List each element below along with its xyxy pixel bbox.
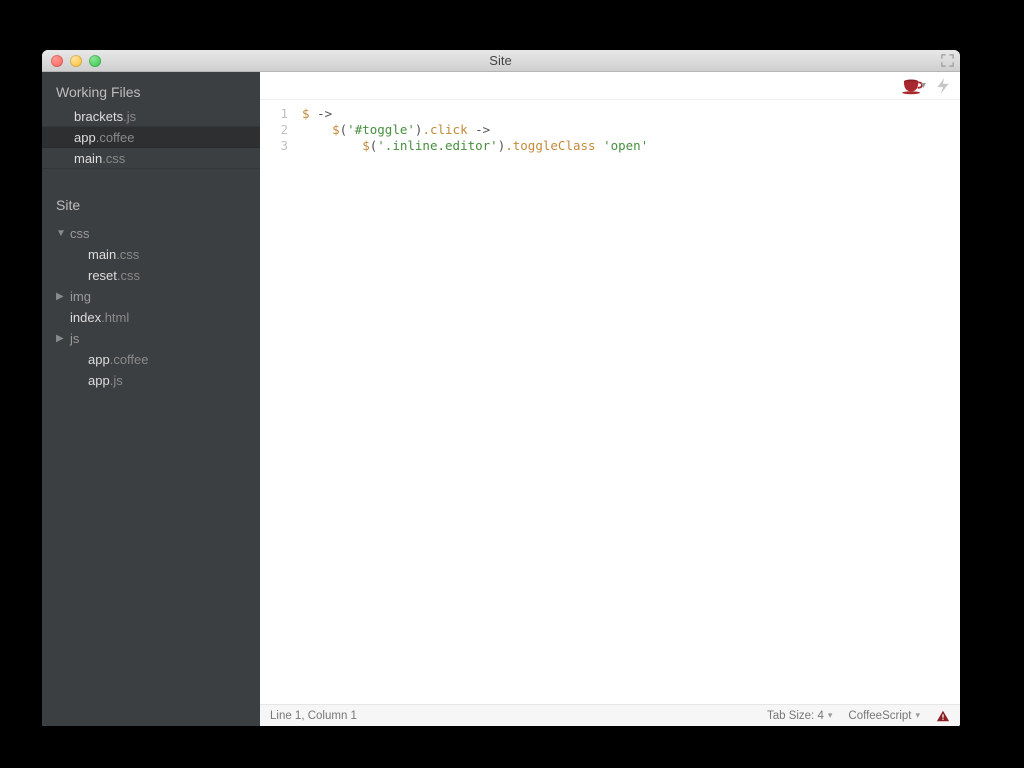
project-tree: ▼cssmain.cssreset.css▶imgindex.html▶jsap… <box>42 219 260 391</box>
file-extension: .css <box>102 151 125 166</box>
code-token: $ <box>362 138 370 153</box>
error-indicator[interactable] <box>928 709 950 723</box>
twisty-icon[interactable]: ▶ <box>56 291 66 302</box>
cursor-position: Line 1, Column 1 <box>270 710 357 722</box>
twisty-icon[interactable]: ▶ <box>56 333 66 344</box>
tree-file[interactable]: reset.css <box>42 265 260 286</box>
sidebar: Working Files brackets.jsapp.coffeemain.… <box>42 72 260 726</box>
line-number-gutter: 123 <box>260 106 296 704</box>
coffee-icon <box>901 77 923 95</box>
language-label: CoffeeScript <box>848 710 911 722</box>
tree-item-basename: app <box>88 352 110 367</box>
chevron-down-icon: ▾ <box>921 80 926 91</box>
live-preview-button[interactable] <box>934 77 952 95</box>
coffeescript-menu[interactable]: ▾ <box>901 77 926 95</box>
file-extension: .js <box>123 109 136 124</box>
tree-file[interactable]: app.coffee <box>42 349 260 370</box>
tree-folder[interactable]: ▶ js <box>42 328 260 349</box>
tree-item-basename: reset <box>88 268 117 283</box>
editor-toolbar: ▾ <box>260 72 960 100</box>
tree-item-basename: css <box>70 226 90 241</box>
tree-item-extension: .html <box>101 310 129 325</box>
tree-item-extension: .css <box>117 268 140 283</box>
tree-folder[interactable]: ▶ img <box>42 286 260 307</box>
fullscreen-icon[interactable] <box>940 53 955 68</box>
warning-icon <box>936 709 950 723</box>
working-file-item[interactable]: brackets.js <box>42 106 260 127</box>
code-content[interactable]: $ -> $('#toggle').click -> $('.inline.ed… <box>296 106 960 704</box>
code-line[interactable]: $('.inline.editor').toggleClass 'open' <box>302 138 960 154</box>
tree-file[interactable]: index.html <box>42 307 260 328</box>
file-basename: main <box>74 151 102 166</box>
titlebar: Site <box>42 50 960 72</box>
file-extension: .coffee <box>96 130 135 145</box>
working-file-item[interactable]: app.coffee <box>42 127 260 148</box>
code-token: -> <box>475 122 490 137</box>
window-body: Working Files brackets.jsapp.coffeemain.… <box>42 72 960 726</box>
code-token: $ <box>302 106 317 121</box>
language-mode-menu[interactable]: CoffeeScript ▾ <box>840 710 928 722</box>
code-token: '.inline.editor' <box>377 138 497 153</box>
file-basename: brackets <box>74 109 123 124</box>
code-token: $ <box>332 122 340 137</box>
code-line[interactable]: $ -> <box>302 106 960 122</box>
tree-item-extension: .css <box>116 247 139 262</box>
tree-item-basename: main <box>88 247 116 262</box>
tree-item-extension: .js <box>110 373 123 388</box>
working-files-header: Working Files <box>42 72 260 106</box>
window-title: Site <box>42 53 960 68</box>
code-token <box>302 138 362 153</box>
twisty-icon[interactable]: ▼ <box>56 228 66 239</box>
line-number: 1 <box>260 106 288 122</box>
tree-item-basename: app <box>88 373 110 388</box>
project-header: Site <box>42 169 260 219</box>
code-token <box>302 122 332 137</box>
tree-item-extension: .coffee <box>110 352 149 367</box>
working-files-list: brackets.jsapp.coffeemain.css <box>42 106 260 169</box>
editor-pane: ▾ 123 $ -> $('#toggle').click -> $('.inl… <box>260 72 960 726</box>
tab-size-menu[interactable]: Tab Size: 4 ▾ <box>759 710 840 722</box>
line-number: 3 <box>260 138 288 154</box>
code-token: .toggleClass <box>505 138 603 153</box>
line-number: 2 <box>260 122 288 138</box>
code-token: -> <box>317 106 332 121</box>
status-bar: Line 1, Column 1 Tab Size: 4 ▾ CoffeeScr… <box>260 704 960 726</box>
chevron-down-icon: ▾ <box>915 710 920 721</box>
code-token: '#toggle' <box>347 122 415 137</box>
tree-folder[interactable]: ▼ css <box>42 223 260 244</box>
tree-item-basename: img <box>70 289 91 304</box>
code-token: 'open' <box>603 138 648 153</box>
code-token: .click <box>422 122 475 137</box>
chevron-down-icon: ▾ <box>828 710 833 721</box>
code-line[interactable]: $('#toggle').click -> <box>302 122 960 138</box>
working-file-item[interactable]: main.css <box>42 148 260 169</box>
code-editor[interactable]: 123 $ -> $('#toggle').click -> $('.inlin… <box>260 100 960 704</box>
app-window: Site Working Files brackets.jsapp.coffee… <box>42 50 960 726</box>
tab-size-label: Tab Size: 4 <box>767 710 824 722</box>
tree-item-basename: js <box>70 331 79 346</box>
tree-file[interactable]: app.js <box>42 370 260 391</box>
tree-file[interactable]: main.css <box>42 244 260 265</box>
tree-item-basename: index <box>70 310 101 325</box>
file-basename: app <box>74 130 96 145</box>
